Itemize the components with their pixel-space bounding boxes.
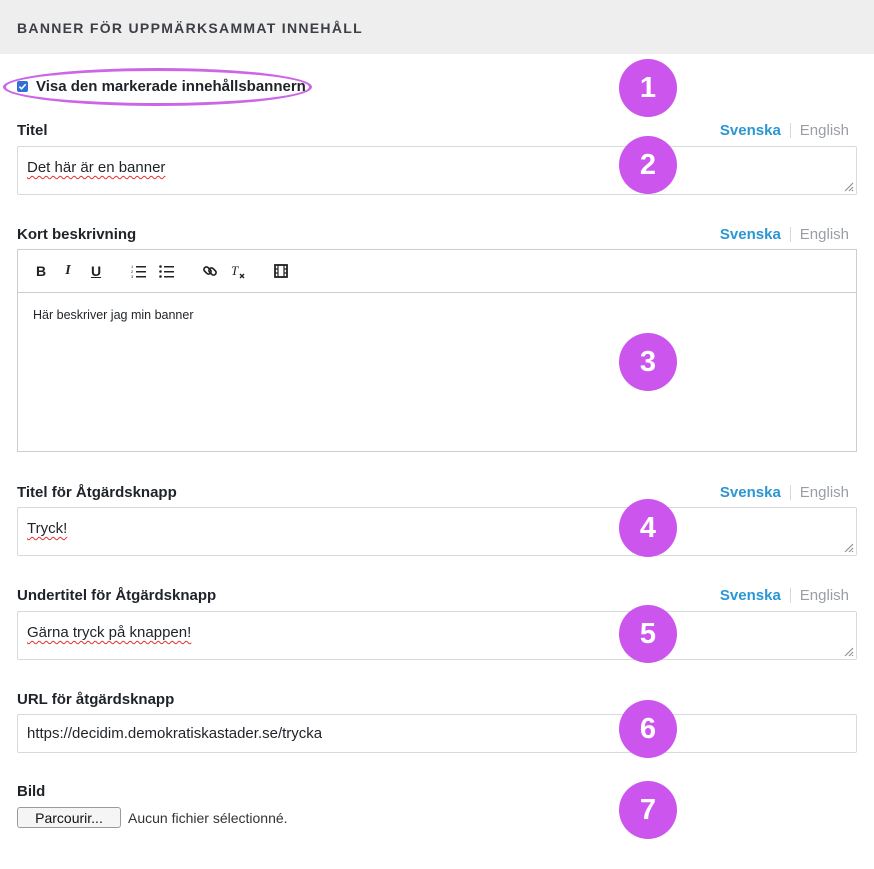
section-title: BANNER FÖR UPPMÄRKSAMMAT INNEHÅLL xyxy=(17,20,363,36)
short-description-label: Kort beskrivning xyxy=(17,226,137,243)
step-badge-5: 5 xyxy=(619,605,677,663)
resize-grip-icon[interactable] xyxy=(842,180,854,192)
image-label: Bild xyxy=(17,783,46,800)
bullet-list-icon[interactable] xyxy=(159,263,175,279)
action-title-language-tabs: Svenska English xyxy=(720,484,849,501)
ordered-list-icon[interactable]: 123 xyxy=(131,263,147,279)
tab-divider xyxy=(789,123,791,138)
tab-english[interactable]: English xyxy=(800,226,849,243)
tab-english[interactable]: English xyxy=(800,587,849,604)
step-badge-2: 2 xyxy=(619,136,677,194)
action-url-input[interactable]: https://decidim.demokratiskastader.se/tr… xyxy=(17,714,857,753)
editor-content[interactable]: Här beskriver jag min banner xyxy=(33,308,194,322)
title-input[interactable]: Det här är en banner xyxy=(17,146,857,195)
rich-text-editor[interactable]: B I U 123 T Här beskriver jag min banner xyxy=(17,249,857,452)
title-input-value: Det här är en banner xyxy=(27,159,166,176)
link-icon[interactable] xyxy=(202,263,218,279)
video-icon[interactable] xyxy=(273,263,289,279)
tab-svenska[interactable]: Svenska xyxy=(720,484,781,501)
underline-icon[interactable]: U xyxy=(88,263,104,279)
tab-english[interactable]: English xyxy=(800,484,849,501)
action-title-input-value: Tryck! xyxy=(27,520,68,537)
description-language-tabs: Svenska English xyxy=(720,226,849,243)
tab-divider xyxy=(789,227,791,242)
action-subtitle-input[interactable]: Gärna tryck på knappen! xyxy=(17,611,857,660)
svg-text:T: T xyxy=(231,263,239,278)
resize-grip-icon[interactable] xyxy=(842,541,854,553)
tab-svenska[interactable]: Svenska xyxy=(720,122,781,139)
show-banner-checkbox-row[interactable]: Visa den markerade innehållsbannern xyxy=(17,76,306,96)
step-badge-6: 6 xyxy=(619,700,677,758)
section-header: BANNER FÖR UPPMÄRKSAMMAT INNEHÅLL xyxy=(0,0,874,54)
action-title-label: Titel för Åtgärdsknapp xyxy=(17,484,177,501)
title-language-tabs: Svenska English xyxy=(720,122,849,139)
action-subtitle-input-value: Gärna tryck på knappen! xyxy=(27,624,192,641)
editor-toolbar: B I U 123 T xyxy=(18,250,856,293)
step-badge-1: 1 xyxy=(619,59,677,117)
file-status: Aucun fichier sélectionné. xyxy=(128,809,288,826)
title-label: Titel xyxy=(17,122,48,139)
checkmark-icon xyxy=(18,83,27,90)
step-badge-4: 4 xyxy=(619,499,677,557)
resize-grip-icon[interactable] xyxy=(842,645,854,657)
show-banner-checkbox[interactable] xyxy=(17,80,28,92)
tab-divider xyxy=(789,485,791,500)
action-url-input-value: https://decidim.demokratiskastader.se/tr… xyxy=(27,725,323,742)
clear-format-icon[interactable]: T xyxy=(230,263,246,279)
svg-text:3: 3 xyxy=(131,274,134,278)
bold-icon[interactable]: B xyxy=(33,263,49,279)
step-badge-3: 3 xyxy=(619,333,677,391)
action-title-input[interactable]: Tryck! xyxy=(17,507,857,556)
browse-button[interactable]: Parcourir... xyxy=(17,807,121,828)
tab-english[interactable]: English xyxy=(800,122,849,139)
image-file-input: Parcourir... Aucun fichier sélectionné. xyxy=(17,807,288,828)
step-badge-7: 7 xyxy=(619,781,677,839)
action-subtitle-label: Undertitel för Åtgärdsknapp xyxy=(17,587,217,604)
show-banner-label: Visa den markerade innehållsbannern xyxy=(36,77,306,95)
tab-svenska[interactable]: Svenska xyxy=(720,587,781,604)
action-subtitle-language-tabs: Svenska English xyxy=(720,587,849,604)
tab-divider xyxy=(789,588,791,603)
italic-icon[interactable]: I xyxy=(60,263,76,279)
action-url-label: URL för åtgärdsknapp xyxy=(17,691,175,708)
tab-svenska[interactable]: Svenska xyxy=(720,226,781,243)
